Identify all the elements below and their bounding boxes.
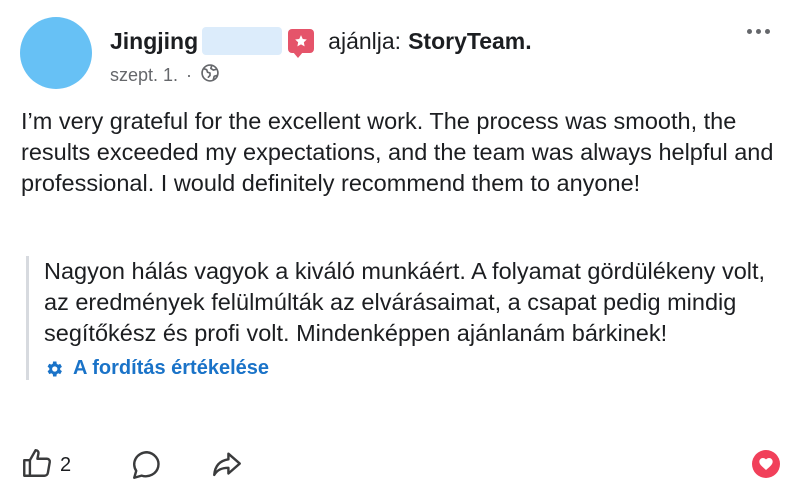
share-icon xyxy=(210,452,244,486)
translation-block: Nagyon hálás vagyok a kiváló munkáért. A… xyxy=(26,256,766,380)
gear-icon xyxy=(44,359,64,379)
page-name-link[interactable]: StoryTeam. xyxy=(408,28,532,55)
post-date[interactable]: szept. 1. xyxy=(110,65,178,86)
thumbs-up-icon xyxy=(20,446,54,485)
more-dot xyxy=(756,29,761,34)
author-line: Jingjing ajánlja: StoryTeam. xyxy=(110,27,532,58)
avatar[interactable] xyxy=(20,17,92,89)
rate-translation-link[interactable]: A fordítás értékelése xyxy=(44,357,766,380)
more-dots-icon xyxy=(747,29,752,34)
redacted-name-block xyxy=(202,27,283,55)
post-meta: szept. 1. · xyxy=(110,63,220,88)
post-text: I’m very grateful for the excellent work… xyxy=(21,108,774,196)
more-dot xyxy=(765,29,770,34)
share-button[interactable] xyxy=(210,448,244,487)
like-button[interactable]: 2 xyxy=(20,446,71,485)
globe-icon xyxy=(200,63,220,88)
author-name[interactable]: Jingjing xyxy=(110,28,198,55)
rate-translation-label: A fordítás értékelése xyxy=(73,357,270,379)
recommends-text: ajánlja: xyxy=(328,27,402,54)
heart-reaction-icon xyxy=(752,450,780,478)
more-options-button[interactable] xyxy=(747,29,770,34)
post-header: Jingjing ajánlja: StoryTeam. szept. 1. · xyxy=(20,17,780,89)
recommend-flag-icon xyxy=(288,29,315,58)
like-count: 2 xyxy=(60,454,72,476)
comment-icon xyxy=(130,451,164,486)
comment-button[interactable] xyxy=(130,448,164,487)
action-bar: 2 xyxy=(20,446,780,486)
meta-separator: · xyxy=(186,65,193,85)
translated-text: Nagyon hálás vagyok a kiváló munkáért. A… xyxy=(44,258,766,346)
